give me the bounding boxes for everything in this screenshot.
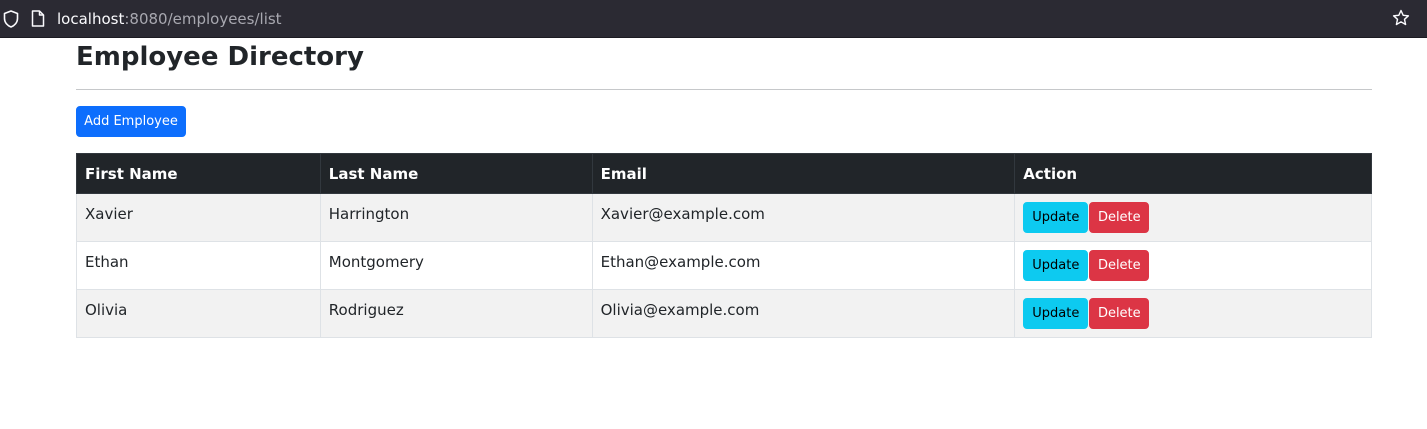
page-icon[interactable]: [31, 10, 45, 27]
first-name-cell: Ethan: [76, 241, 321, 290]
delete-button[interactable]: Delete: [1089, 298, 1150, 329]
update-button[interactable]: Update: [1023, 202, 1089, 233]
delete-button[interactable]: Delete: [1089, 202, 1150, 233]
action-cell: Update Delete: [1014, 289, 1372, 338]
last-name-cell: Harrington: [319, 193, 593, 242]
header-action: Action: [1014, 153, 1372, 194]
add-employee-button[interactable]: Add Employee: [76, 106, 186, 137]
table-row: Xavier Harrington Xavier@example.com Upd…: [76, 193, 1372, 242]
header-email: Email: [591, 153, 1016, 194]
action-cell: Update Delete: [1014, 241, 1372, 290]
update-button[interactable]: Update: [1023, 298, 1089, 329]
last-name-cell: Rodriguez: [319, 289, 593, 338]
last-name-cell: Montgomery: [319, 241, 593, 290]
shield-icon[interactable]: [3, 10, 19, 28]
table-row: Olivia Rodriguez Olivia@example.com Upda…: [76, 289, 1372, 338]
email-cell: Olivia@example.com: [591, 289, 1016, 338]
page-title: Employee Directory: [76, 42, 364, 72]
browser-url-bar: localhost:8080/employees/list: [0, 0, 1427, 38]
url-field[interactable]: localhost:8080/employees/list: [57, 9, 282, 29]
url-path: :8080/employees/list: [124, 10, 282, 28]
email-cell: Xavier@example.com: [591, 193, 1016, 242]
url-host: localhost: [57, 10, 125, 28]
table-header-row: First Name Last Name Email Action: [76, 153, 1372, 194]
first-name-cell: Olivia: [76, 289, 321, 338]
email-cell: Ethan@example.com: [591, 241, 1016, 290]
header-last-name: Last Name: [319, 153, 593, 194]
star-icon[interactable]: [1392, 9, 1410, 27]
action-cell: Update Delete: [1014, 193, 1372, 242]
title-divider: [76, 89, 1372, 90]
delete-button[interactable]: Delete: [1089, 250, 1150, 281]
update-button[interactable]: Update: [1023, 250, 1089, 281]
header-first-name: First Name: [76, 153, 321, 194]
employee-table: First Name Last Name Email Action Xavier…: [76, 153, 1372, 338]
first-name-cell: Xavier: [76, 193, 321, 242]
table-row: Ethan Montgomery Ethan@example.com Updat…: [76, 241, 1372, 290]
